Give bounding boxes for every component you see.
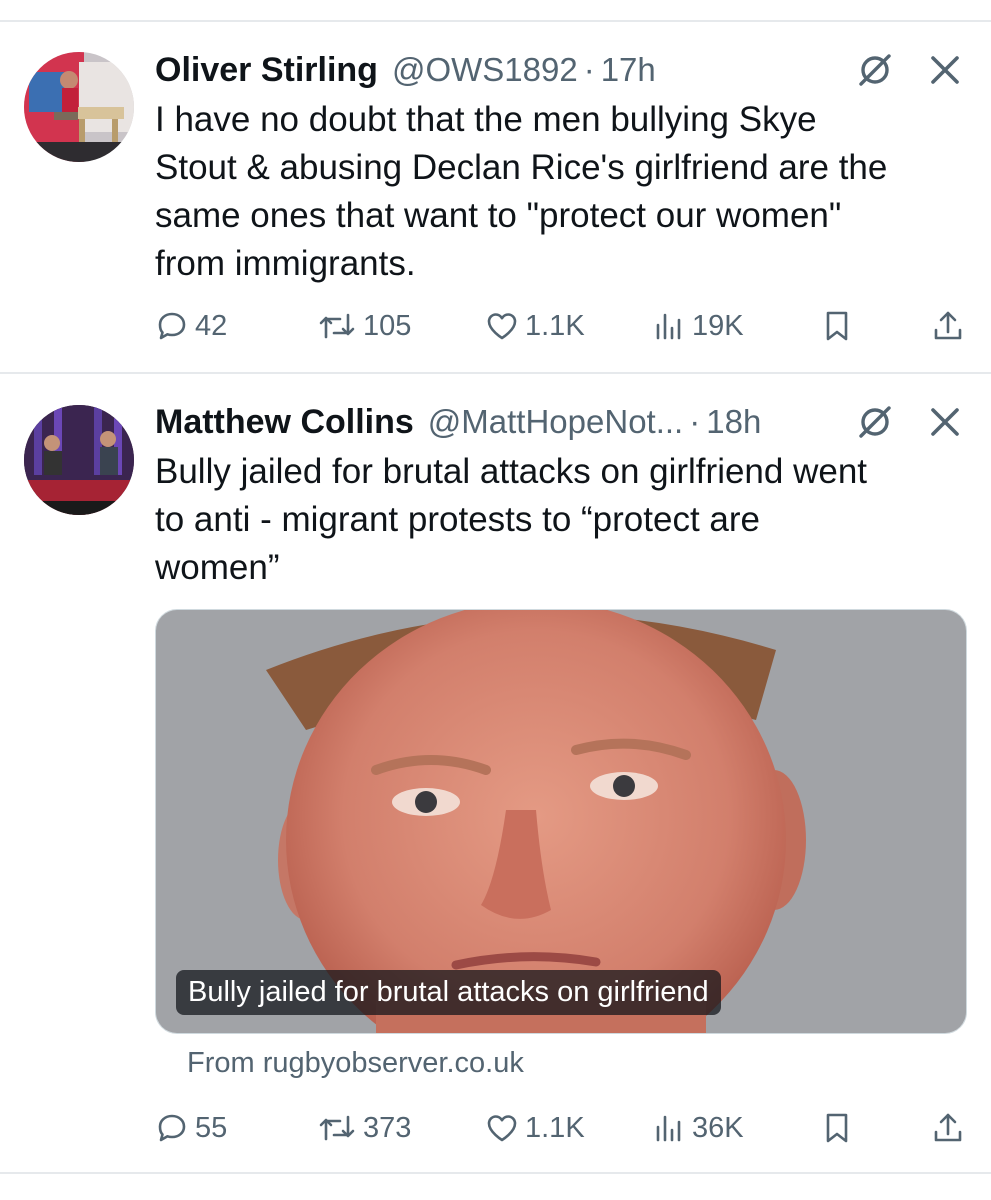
reply-icon — [158, 312, 186, 340]
avatar-matthew-collins[interactable] — [24, 405, 134, 515]
like-count: 1.1K — [525, 1111, 585, 1144]
bookmark-icon — [826, 311, 848, 341]
tweet-text-line: same ones that want to "protect our wome… — [155, 196, 842, 235]
tweet-divider — [0, 372, 991, 374]
views-count: 36K — [692, 1111, 744, 1144]
like-count: 1.1K — [525, 309, 585, 342]
bookmark-button[interactable] — [820, 1106, 854, 1150]
grok-icon[interactable] — [855, 402, 895, 442]
reply-icon — [158, 1114, 186, 1142]
retweet-count: 373 — [363, 1111, 412, 1144]
author-handle[interactable]: @OWS1892 — [392, 51, 578, 89]
heart-icon — [487, 313, 517, 340]
avatar-oliver-stirling[interactable] — [24, 52, 134, 162]
reply-button[interactable]: 55 — [155, 1106, 227, 1150]
tweet-time[interactable]: 18h — [706, 403, 761, 441]
heart-icon — [487, 1115, 517, 1142]
share-button[interactable] — [931, 304, 965, 348]
tweet-text: I have no doubt that the men bullying Sk… — [155, 96, 961, 288]
views-button[interactable]: 36K — [652, 1106, 744, 1150]
tweet-header: Oliver Stirling @OWS1892 · 17h — [155, 48, 971, 92]
reply-count: 42 — [195, 309, 228, 342]
author-name[interactable]: Matthew Collins — [155, 403, 414, 442]
tweet-text-line: Stout & abusing Declan Rice's girlfriend… — [155, 148, 888, 187]
close-icon[interactable] — [925, 402, 965, 442]
share-icon — [934, 311, 962, 340]
views-button[interactable]: 19K — [652, 304, 744, 348]
link-card[interactable]: Bully jailed for brutal attacks on girlf… — [155, 609, 967, 1034]
tweet-time[interactable]: 17h — [601, 51, 656, 89]
tweet-text-line: to anti - migrant protests to “protect a… — [155, 500, 760, 539]
close-icon[interactable] — [925, 50, 965, 90]
tweet-text-line: women” — [155, 548, 280, 587]
tweet-text-line: from immigrants. — [155, 244, 416, 283]
grok-icon[interactable] — [855, 50, 895, 90]
separator-dot: · — [583, 51, 595, 88]
tweet-text-line: Bully jailed for brutal attacks on girlf… — [155, 452, 868, 491]
tweet-header: Matthew Collins @MattHopeNot... · 18h — [155, 400, 971, 444]
retweet-button[interactable]: 105 — [317, 304, 411, 348]
share-icon — [934, 1113, 962, 1142]
views-icon — [656, 1115, 681, 1142]
retweet-icon — [319, 313, 355, 339]
link-card-caption: Bully jailed for brutal attacks on girlf… — [176, 970, 721, 1015]
tweet-text-line: I have no doubt that the men bullying Sk… — [155, 100, 817, 139]
tweet-text: Bully jailed for brutal attacks on girlf… — [155, 448, 961, 592]
retweet-count: 105 — [363, 309, 412, 342]
bookmark-icon — [826, 1113, 848, 1143]
views-icon — [656, 313, 681, 340]
reply-button[interactable]: 42 — [155, 304, 227, 348]
retweet-button[interactable]: 373 — [317, 1106, 411, 1150]
link-card-source[interactable]: From rugbyobserver.co.uk — [187, 1047, 524, 1080]
tweet-actions: 42 105 1.1K 19K — [155, 304, 975, 348]
top-divider — [0, 20, 991, 22]
like-button[interactable]: 1.1K — [485, 1106, 585, 1150]
like-button[interactable]: 1.1K — [485, 304, 585, 348]
bottom-divider — [0, 1172, 991, 1174]
share-button[interactable] — [931, 1106, 965, 1150]
author-name[interactable]: Oliver Stirling — [155, 51, 378, 90]
tweet-actions: 55 373 1.1K 36K — [155, 1106, 975, 1150]
bookmark-button[interactable] — [820, 304, 854, 348]
reply-count: 55 — [195, 1111, 228, 1144]
views-count: 19K — [692, 309, 744, 342]
author-handle[interactable]: @MattHopeNot... — [428, 403, 683, 441]
retweet-icon — [319, 1115, 355, 1141]
separator-dot: · — [689, 403, 701, 440]
